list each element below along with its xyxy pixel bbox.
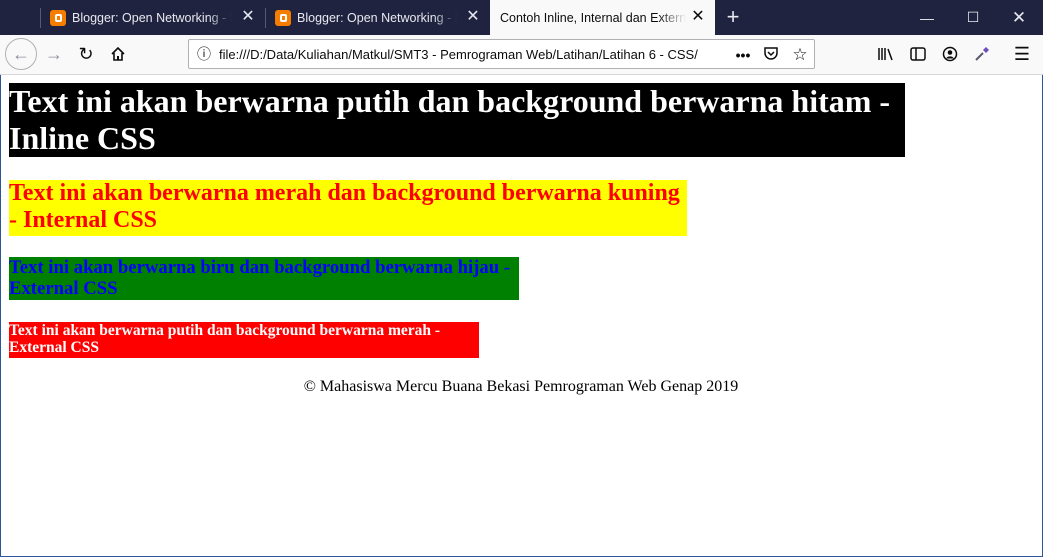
- hamburger-menu-icon[interactable]: ☰: [1008, 40, 1036, 68]
- tab-title: Blogger: Open Networking - Ed: [297, 10, 457, 25]
- home-icon[interactable]: [104, 40, 132, 68]
- tab-title: Blogger: Open Networking - Se: [72, 10, 232, 25]
- tab-title: Contoh Inline, Internal dan External: [500, 10, 686, 25]
- more-actions-icon[interactable]: •••: [733, 45, 753, 65]
- sidebar-icon[interactable]: [904, 40, 932, 68]
- pocket-icon[interactable]: [761, 45, 781, 65]
- close-icon[interactable]: ✕: [239, 8, 257, 26]
- new-tab-plus-icon[interactable]: +: [722, 6, 744, 28]
- forward-arrow-icon[interactable]: →: [40, 40, 68, 68]
- inline-css-heading: Text ini akan berwarna putih dan backgro…: [9, 83, 905, 157]
- reload-icon[interactable]: ↻: [72, 40, 100, 68]
- tab-blogger-edit[interactable]: Blogger: Open Networking - Ed ✕: [265, 0, 490, 35]
- tab-blogger-settings[interactable]: Blogger: Open Networking - Se ✕: [40, 0, 265, 35]
- tab-bar: Blogger: Open Networking - Se ✕ Blogger:…: [0, 0, 1043, 35]
- bookmark-star-icon[interactable]: ☆: [790, 45, 810, 65]
- navigation-toolbar: ← → ↻ ⓘ ••• ☆ ☰: [0, 35, 1043, 75]
- minimize-icon[interactable]: —: [904, 0, 950, 35]
- tab-separator: [40, 8, 41, 28]
- close-window-icon[interactable]: ✕: [996, 0, 1042, 35]
- blogger-icon: [50, 9, 66, 26]
- back-arrow-icon[interactable]: ←: [5, 38, 37, 70]
- account-icon[interactable]: [936, 40, 964, 68]
- tab-separator: [265, 8, 266, 28]
- library-icon[interactable]: [872, 40, 900, 68]
- external-css-red-heading: Text ini akan berwarna putih dan backgro…: [9, 322, 479, 358]
- page-footer: © Mahasiswa Mercu Buana Bekasi Pemrogram…: [303, 378, 739, 395]
- maximize-icon[interactable]: ☐: [950, 0, 996, 35]
- close-icon[interactable]: ✕: [689, 8, 707, 26]
- url-input[interactable]: [219, 43, 699, 65]
- url-bar[interactable]: ⓘ ••• ☆: [188, 39, 815, 69]
- info-icon[interactable]: ⓘ: [197, 46, 213, 62]
- close-icon[interactable]: ✕: [464, 8, 482, 26]
- eyedropper-icon[interactable]: [968, 40, 996, 68]
- external-css-blue-heading: Text ini akan berwarna biru dan backgrou…: [9, 257, 519, 300]
- tab-contoh-css[interactable]: Contoh Inline, Internal dan External ✕: [490, 0, 715, 35]
- internal-css-heading: Text ini akan berwarna merah dan backgro…: [9, 180, 687, 236]
- blogger-icon: [275, 9, 291, 26]
